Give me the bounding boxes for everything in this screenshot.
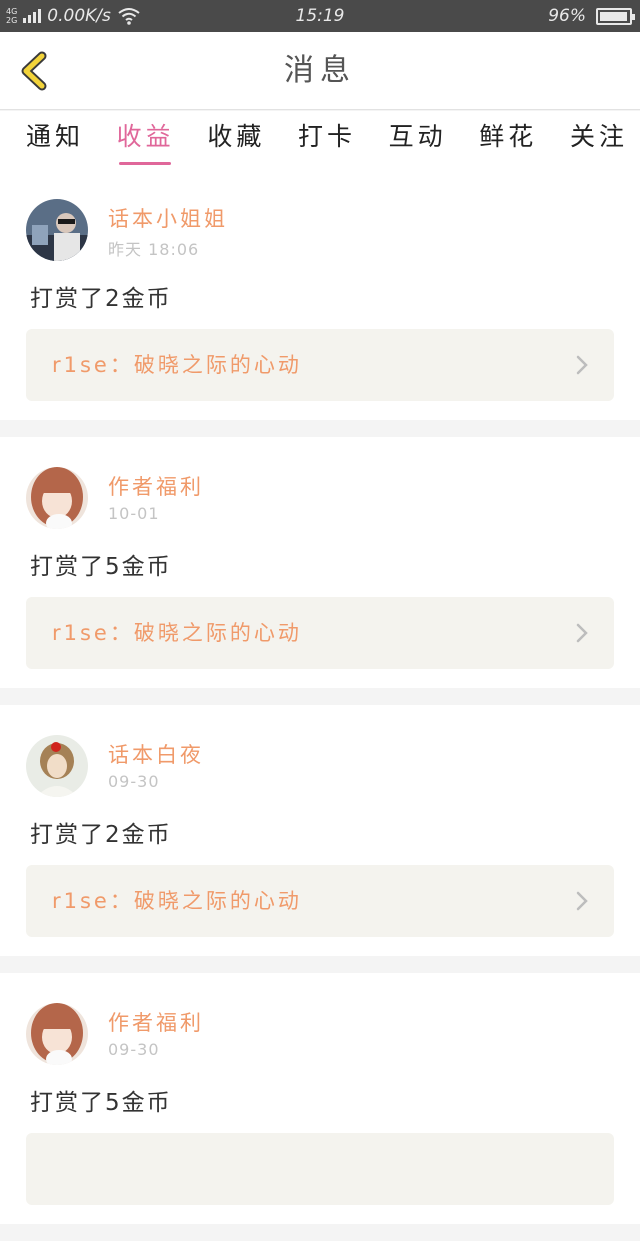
reward-text: 打赏了5金币: [30, 554, 172, 580]
avatar[interactable]: [26, 199, 88, 261]
message-card: 作者福利 09-30 打赏了5金币: [0, 973, 640, 1224]
reward-text: 打赏了2金币: [30, 286, 172, 312]
reward-text: 打赏了5金币: [30, 1090, 172, 1116]
tab-interactions[interactable]: 互动: [389, 111, 447, 169]
sender-name[interactable]: 作者福利: [108, 1007, 204, 1037]
header: 消息: [0, 32, 640, 110]
book-title: r1se：破晓之际的心动: [52, 889, 302, 913]
message-card: 作者福利 10-01 打赏了5金币 r1se：破晓之际的心动: [0, 437, 640, 688]
message-time: 09-30: [108, 772, 160, 791]
book-link[interactable]: r1se：破晓之际的心动: [26, 597, 614, 669]
chevron-right-icon: [576, 891, 588, 911]
avatar[interactable]: [26, 467, 88, 529]
avatar[interactable]: [26, 1003, 88, 1065]
status-bar: 4G 2G 0.00K/s 15:19 96%: [0, 0, 640, 32]
chevron-right-icon: [576, 355, 588, 375]
battery-percent: 96%: [548, 6, 586, 26]
message-time: 10-01: [108, 504, 160, 523]
tab-following[interactable]: 关注: [570, 111, 628, 169]
message-card: 话本小姐姐 昨天 18:06 打赏了2金币 r1se：破晓之际的心动: [0, 169, 640, 420]
chevron-right-icon: [576, 623, 588, 643]
tab-bar: 通知 收益 收藏 打卡 互动 鲜花 关注: [0, 111, 640, 169]
page-title: 消息: [284, 53, 356, 88]
tab-checkin[interactable]: 打卡: [298, 111, 356, 169]
sender-name[interactable]: 话本白夜: [108, 739, 204, 769]
message-time: 09-30: [108, 1040, 160, 1059]
tab-notifications[interactable]: 通知: [26, 111, 84, 169]
message-time: 昨天 18:06: [108, 240, 200, 259]
battery-icon: [596, 7, 635, 25]
book-link[interactable]: r1se：破晓之际的心动: [26, 865, 614, 937]
book-link[interactable]: r1se：破晓之际的心动: [26, 329, 614, 401]
avatar[interactable]: [26, 735, 88, 797]
reward-text: 打赏了2金币: [30, 822, 172, 848]
tab-flowers[interactable]: 鲜花: [479, 111, 537, 169]
tab-favorites[interactable]: 收藏: [207, 111, 265, 169]
battery-fill: [600, 11, 627, 21]
message-list: 话本小姐姐 昨天 18:06 打赏了2金币 r1se：破晓之际的心动 作者福利 …: [0, 169, 640, 1241]
tab-earnings[interactable]: 收益: [117, 111, 175, 169]
status-right: 96%: [548, 0, 635, 32]
sender-name[interactable]: 作者福利: [108, 471, 204, 501]
book-title: r1se：破晓之际的心动: [52, 353, 302, 377]
message-card: 话本白夜 09-30 打赏了2金币 r1se：破晓之际的心动: [0, 705, 640, 956]
sender-name[interactable]: 话本小姐姐: [108, 203, 228, 233]
book-title: r1se：破晓之际的心动: [52, 621, 302, 645]
book-link[interactable]: [26, 1133, 614, 1205]
clock: 15:19: [295, 6, 345, 26]
